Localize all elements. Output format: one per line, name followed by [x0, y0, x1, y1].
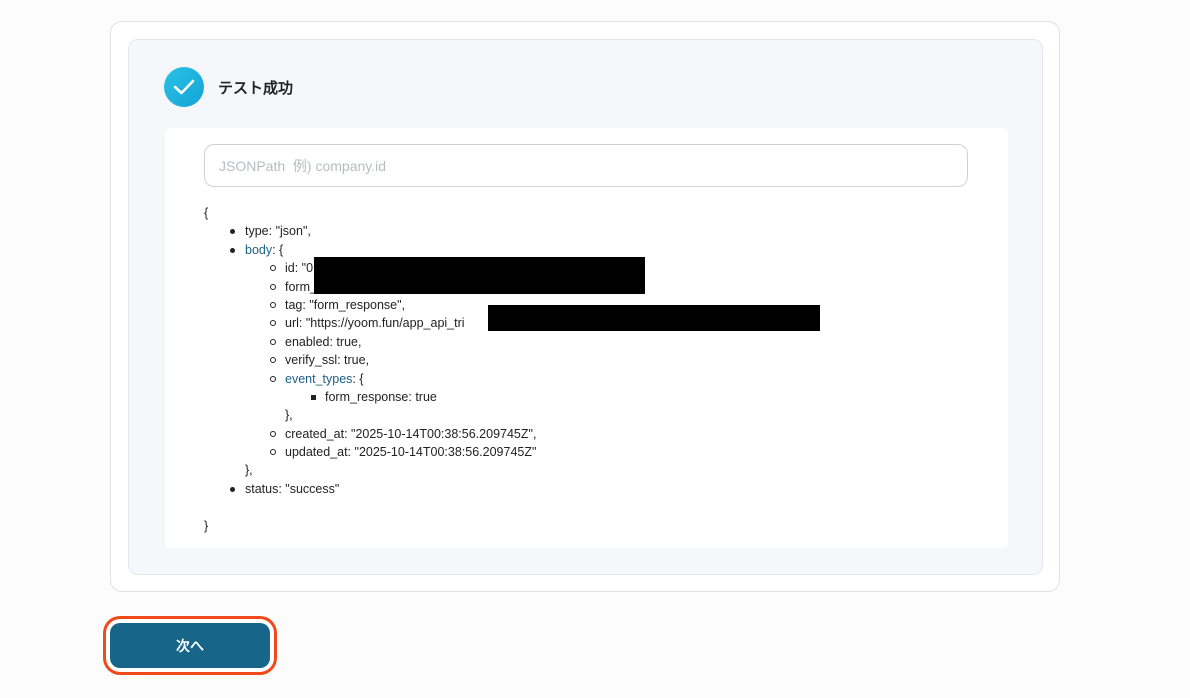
json-created-at-line: created_at: "2025-10-14T00:38:56.209745Z…: [204, 425, 984, 443]
next-button[interactable]: 次へ: [110, 623, 270, 668]
json-body-open: : {: [272, 242, 284, 257]
json-event-types-key[interactable]: event_types: [285, 372, 352, 386]
test-result-card: テスト成功 { type: "json", body: { id: "0 for…: [110, 21, 1060, 592]
json-output-box: { type: "json", body: { id: "0 form_ tag…: [165, 128, 1008, 548]
json-form-response-line: form_response: true: [204, 388, 984, 406]
json-event-types-line: event_types: {: [204, 370, 984, 388]
status-row: テスト成功: [164, 67, 293, 107]
json-status-line: status: "success": [204, 480, 984, 498]
result-panel: テスト成功 { type: "json", body: { id: "0 for…: [128, 39, 1043, 575]
json-close-brace: }: [204, 518, 209, 533]
json-updated-at-line: updated_at: "2025-10-14T00:38:56.209745Z…: [204, 443, 984, 461]
json-body-key[interactable]: body: [245, 243, 272, 257]
status-label: テスト成功: [218, 78, 294, 97]
check-circle-icon: [164, 67, 204, 107]
json-verify-ssl-line: verify_ssl: true,: [204, 351, 984, 369]
redaction-block: [314, 257, 645, 294]
json-type-line: type: "json",: [204, 222, 984, 240]
json-event-types-close: },: [285, 408, 293, 423]
jsonpath-search-input[interactable]: [204, 144, 968, 187]
redaction-block: [488, 305, 820, 331]
json-tree: { type: "json", body: { id: "0 form_ tag…: [204, 204, 984, 535]
json-enabled-line: enabled: true,: [204, 333, 984, 351]
json-event-types-open: : {: [352, 371, 364, 386]
json-open-brace: {: [204, 206, 209, 220]
json-body-close: },: [245, 463, 253, 478]
